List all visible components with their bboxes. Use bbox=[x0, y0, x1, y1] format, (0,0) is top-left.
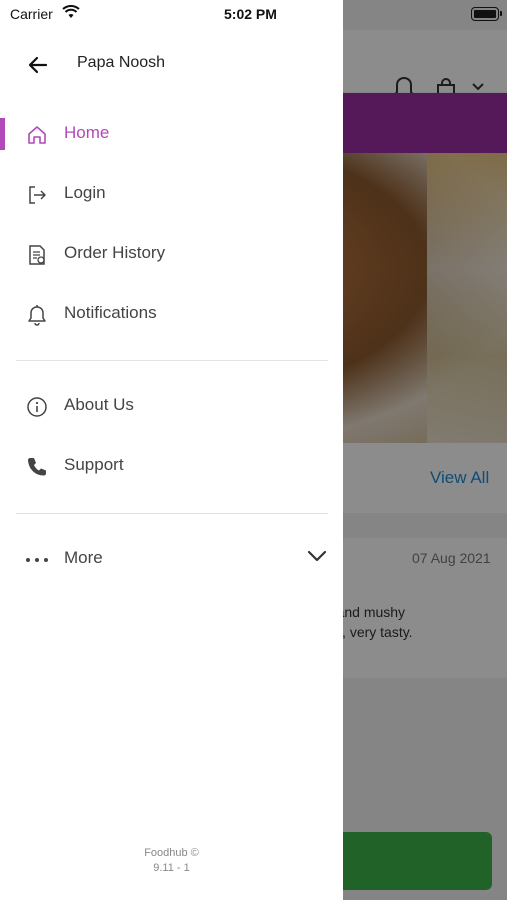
navigation-drawer: Papa Noosh Home Login Order History Noti… bbox=[0, 0, 343, 900]
menu-item-home[interactable]: Home bbox=[0, 110, 343, 158]
store-name: Papa Noosh bbox=[77, 54, 166, 71]
carrier-label: Carrier bbox=[10, 6, 53, 22]
menu-label-support: Support bbox=[64, 455, 124, 474]
status-bar: Carrier 5:02 PM bbox=[0, 0, 507, 30]
menu-label-login: Login bbox=[64, 183, 106, 202]
menu-item-about-us[interactable]: About Us bbox=[0, 382, 343, 430]
login-icon bbox=[24, 182, 50, 208]
menu-divider bbox=[16, 513, 328, 514]
back-arrow-icon[interactable] bbox=[24, 50, 54, 80]
more-dots-icon bbox=[24, 547, 50, 573]
bell-icon bbox=[24, 302, 50, 328]
menu-item-more[interactable]: More bbox=[0, 535, 343, 583]
phone-icon bbox=[24, 454, 50, 480]
drawer-header: Papa Noosh bbox=[0, 36, 343, 92]
menu-divider bbox=[16, 360, 328, 361]
order-history-icon bbox=[24, 242, 50, 268]
status-time: 5:02 PM bbox=[224, 6, 277, 22]
home-icon bbox=[24, 122, 50, 148]
footer-version: 9.11 - 1 bbox=[153, 862, 190, 874]
battery-icon bbox=[471, 7, 502, 21]
active-indicator bbox=[0, 118, 5, 150]
menu-label-notifications: Notifications bbox=[64, 303, 157, 322]
menu-label-order-history: Order History bbox=[64, 243, 166, 262]
footer-brand: Foodhub © bbox=[144, 847, 199, 859]
menu-label-home: Home bbox=[64, 123, 110, 142]
info-icon bbox=[24, 394, 50, 420]
chevron-down-icon[interactable] bbox=[306, 549, 328, 563]
menu-label-more: More bbox=[64, 548, 103, 567]
menu-item-notifications[interactable]: Notifications bbox=[0, 290, 343, 338]
menu-item-support[interactable]: Support bbox=[0, 442, 343, 490]
menu-item-login[interactable]: Login bbox=[0, 170, 343, 218]
wifi-icon bbox=[62, 5, 80, 18]
menu-label-about-us: About Us bbox=[64, 395, 134, 414]
app-footer: Foodhub © 9.11 - 1 bbox=[0, 846, 343, 876]
menu-item-order-history[interactable]: Order History bbox=[0, 230, 343, 278]
